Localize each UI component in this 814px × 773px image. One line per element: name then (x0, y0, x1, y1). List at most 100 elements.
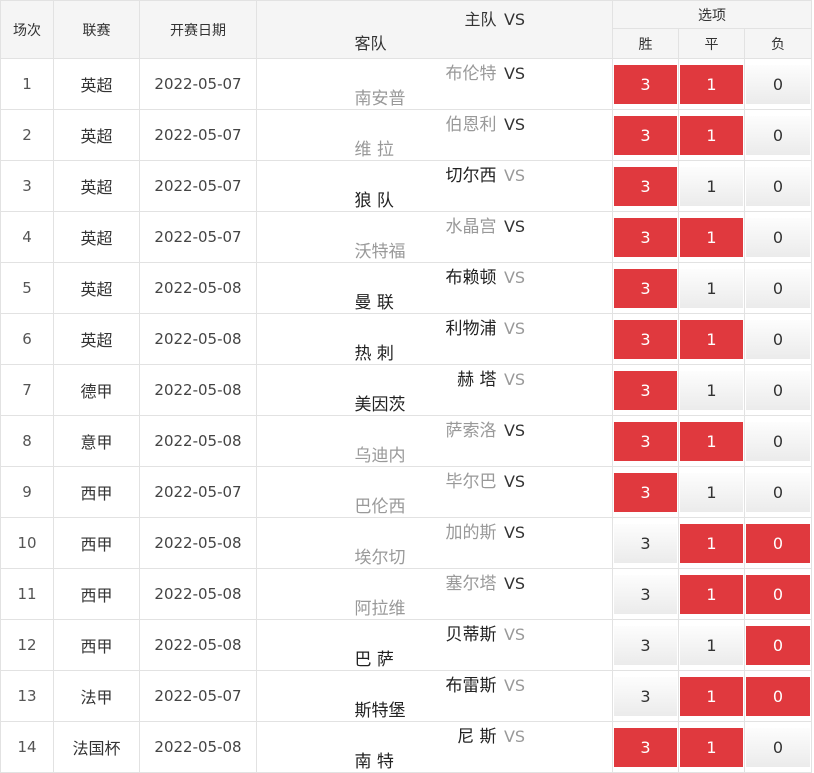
league-name: 意甲 (53, 415, 140, 467)
league-name: 西甲 (53, 619, 140, 671)
home-team: 布赖顿 (445, 268, 497, 288)
match-date: 2022-05-08 (139, 415, 257, 467)
option-draw-button[interactable]: 1 (680, 574, 743, 614)
option-win-cell: 3 (612, 415, 679, 467)
option-win-cell: 3 (612, 670, 679, 722)
option-win-button[interactable]: 3 (614, 727, 677, 767)
option-draw-button[interactable]: 1 (680, 727, 743, 767)
option-win-button[interactable]: 3 (614, 370, 677, 410)
home-team: 切尔西 (445, 166, 497, 186)
option-win-button[interactable]: 3 (614, 676, 677, 716)
option-lose-button[interactable]: 0 (746, 625, 811, 665)
option-draw-cell: 1 (678, 415, 745, 467)
match-number: 12 (0, 619, 54, 671)
option-draw-button[interactable]: 1 (680, 625, 743, 665)
col-header-league: 联赛 (53, 0, 140, 59)
league-name: 英超 (53, 160, 140, 212)
option-win-cell: 3 (612, 262, 679, 314)
match-date: 2022-05-07 (139, 211, 257, 263)
vs-label: VS (503, 625, 526, 644)
match-number: 4 (0, 211, 54, 263)
option-draw-button[interactable]: 1 (680, 472, 743, 512)
option-win-button[interactable]: 3 (614, 574, 677, 614)
option-lose-button[interactable]: 0 (746, 370, 811, 410)
away-team: 埃尔切 (354, 548, 406, 568)
option-lose-button[interactable]: 0 (746, 472, 811, 512)
table-row: 3 英超 2022-05-07 切尔西 VS 狼 队 3 1 0 (0, 160, 813, 212)
option-draw-button[interactable]: 1 (680, 166, 743, 206)
option-lose-button[interactable]: 0 (746, 421, 811, 461)
match-teams: 水晶宫 VS 沃特福 (256, 211, 613, 263)
option-draw-cell: 1 (678, 721, 745, 773)
option-draw-button[interactable]: 1 (680, 319, 743, 359)
option-draw-button[interactable]: 1 (680, 268, 743, 308)
option-lose-button[interactable]: 0 (746, 217, 811, 257)
col-header-lose: 负 (743, 28, 813, 59)
away-team: 沃特福 (354, 242, 406, 262)
table-row: 6 英超 2022-05-08 利物浦 VS 热 刺 3 1 0 (0, 313, 813, 365)
match-teams: 萨索洛 VS 乌迪内 (256, 415, 613, 467)
option-lose-button[interactable]: 0 (746, 523, 811, 563)
col-header-match: 主队 VS 客队 (256, 0, 613, 59)
league-name: 英超 (53, 262, 140, 314)
option-draw-cell: 1 (678, 364, 745, 416)
home-team: 水晶宫 (445, 217, 497, 237)
table-row: 11 西甲 2022-05-08 塞尔塔 VS 阿拉维 3 1 0 (0, 568, 813, 620)
away-team: 乌迪内 (354, 446, 406, 466)
option-draw-button[interactable]: 1 (680, 115, 743, 155)
option-draw-cell: 1 (678, 619, 745, 671)
option-draw-button[interactable]: 1 (680, 523, 743, 563)
option-win-button[interactable]: 3 (614, 523, 677, 563)
option-draw-button[interactable]: 1 (680, 64, 743, 104)
home-team: 加的斯 (445, 523, 497, 543)
option-lose-cell: 0 (743, 160, 813, 212)
option-win-button[interactable]: 3 (614, 115, 677, 155)
option-win-button[interactable]: 3 (614, 64, 677, 104)
option-win-button[interactable]: 3 (614, 217, 677, 257)
option-win-button[interactable]: 3 (614, 166, 677, 206)
away-team: 阿拉维 (354, 599, 406, 619)
option-draw-cell: 1 (678, 517, 745, 569)
league-name: 德甲 (53, 364, 140, 416)
option-draw-button[interactable]: 1 (680, 421, 743, 461)
match-teams: 伯恩利 VS 维 拉 (256, 109, 613, 161)
table-row: 5 英超 2022-05-08 布赖顿 VS 曼 联 3 1 0 (0, 262, 813, 314)
option-win-button[interactable]: 3 (614, 472, 677, 512)
option-lose-button[interactable]: 0 (746, 727, 811, 767)
option-draw-button[interactable]: 1 (680, 217, 743, 257)
option-lose-cell: 0 (743, 211, 813, 263)
col-header-away: 客队 (354, 33, 387, 53)
col-header-options: 选项 (611, 0, 813, 29)
option-win-button[interactable]: 3 (614, 421, 677, 461)
option-lose-button[interactable]: 0 (746, 676, 811, 716)
option-lose-button[interactable]: 0 (746, 319, 811, 359)
option-lose-button[interactable]: 0 (746, 64, 811, 104)
home-team: 布雷斯 (445, 676, 497, 696)
vs-label: VS (503, 217, 526, 236)
option-draw-cell: 1 (678, 262, 745, 314)
option-lose-button[interactable]: 0 (746, 574, 811, 614)
option-lose-button[interactable]: 0 (746, 115, 811, 155)
option-draw-button[interactable]: 1 (680, 676, 743, 716)
option-lose-cell: 0 (743, 670, 813, 722)
match-date: 2022-05-08 (139, 262, 257, 314)
option-win-button[interactable]: 3 (614, 625, 677, 665)
table-row: 14 法国杯 2022-05-08 尼 斯 VS 南 特 3 1 0 (0, 721, 813, 773)
option-lose-button[interactable]: 0 (746, 268, 811, 308)
match-date: 2022-05-08 (139, 313, 257, 365)
option-win-button[interactable]: 3 (614, 268, 677, 308)
table-row: 2 英超 2022-05-07 伯恩利 VS 维 拉 3 1 0 (0, 109, 813, 161)
match-date: 2022-05-08 (139, 568, 257, 620)
option-lose-button[interactable]: 0 (746, 166, 811, 206)
option-lose-cell: 0 (743, 313, 813, 365)
option-draw-cell: 1 (678, 313, 745, 365)
option-lose-cell: 0 (743, 619, 813, 671)
option-win-cell: 3 (612, 211, 679, 263)
option-win-cell: 3 (612, 109, 679, 161)
home-team: 伯恩利 (445, 115, 497, 135)
match-number: 11 (0, 568, 54, 620)
option-draw-button[interactable]: 1 (680, 370, 743, 410)
match-date: 2022-05-07 (139, 58, 257, 110)
option-win-button[interactable]: 3 (614, 319, 677, 359)
home-team: 利物浦 (445, 319, 497, 339)
